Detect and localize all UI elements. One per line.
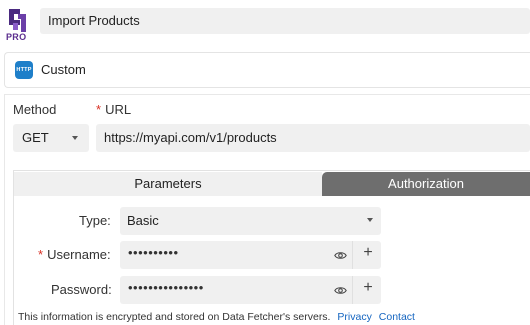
url-label: URL [105,102,132,117]
source-label: Custom [41,62,86,77]
required-marker: * [96,102,102,117]
encryption-note-text: This information is encrypted and stored… [18,311,331,323]
pro-badge: PRO [6,32,27,42]
eye-icon[interactable] [334,249,347,262]
url-input[interactable]: https://myapi.com/v1/products [96,124,530,152]
tab-parameters[interactable]: Parameters [14,172,322,196]
plus-icon[interactable]: + [360,244,376,264]
source-section[interactable]: HTTP Custom [4,52,530,88]
username-masked-value: •••••••••• [128,245,179,260]
url-value: https://myapi.com/v1/products [104,130,277,145]
username-label: Username: [47,247,111,262]
http-icon: HTTP [15,61,33,79]
method-label: Method [13,102,57,117]
divider [352,276,353,304]
auth-type-value: Basic [127,213,159,228]
password-input[interactable]: ••••••••••••••• + [120,276,381,304]
auth-type-select[interactable]: Basic [120,207,381,235]
chevron-down-icon [72,136,78,140]
required-marker: * [38,247,44,262]
chevron-down-icon [367,218,373,222]
username-input[interactable]: •••••••••• + [120,241,381,269]
password-label: Password: [51,282,112,297]
tab-authorization[interactable]: Authorization [322,172,530,196]
password-masked-value: ••••••••••••••• [128,280,204,295]
import-title-field[interactable]: Import Products [40,8,530,34]
encryption-note: This information is encrypted and stored… [18,311,415,323]
method-select[interactable]: GET [13,124,89,152]
url-label-wrap: * URL [96,102,131,117]
plus-icon[interactable]: + [360,279,376,299]
type-label: Type: [79,213,111,228]
method-value: GET [22,130,49,145]
username-label-wrap: * Username: [38,247,111,262]
divider [352,241,353,269]
privacy-link[interactable]: Privacy [337,311,371,323]
contact-link[interactable]: Contact [379,311,415,323]
eye-icon[interactable] [334,284,347,297]
import-title-text: Import Products [48,13,140,28]
